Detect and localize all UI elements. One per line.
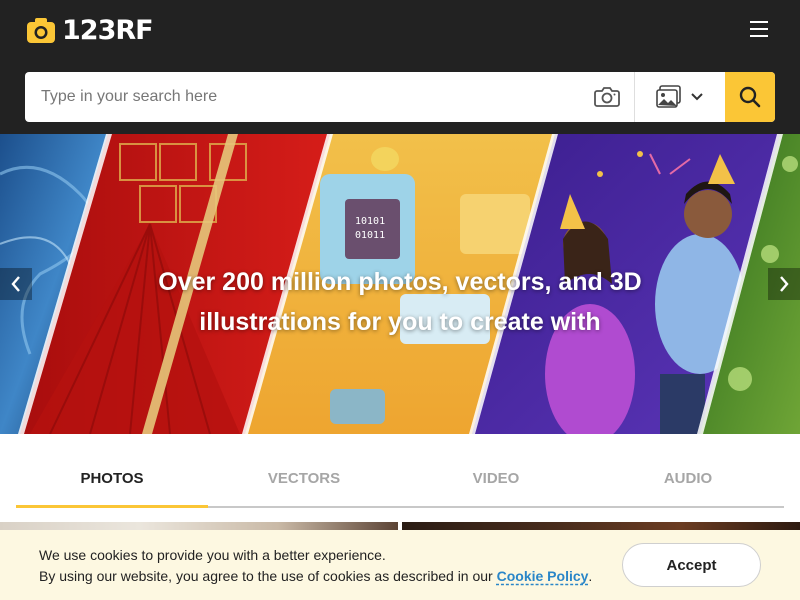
search-icon (739, 86, 761, 108)
chevron-down-icon (691, 93, 703, 101)
svg-text:10101: 10101 (355, 216, 385, 227)
cookie-policy-link[interactable]: Cookie Policy (497, 568, 589, 584)
cookie-message-line-1: We use cookies to provide you with a bet… (39, 547, 386, 563)
site-header: 123RF (0, 0, 800, 134)
tab-vectors[interactable]: VECTORS (208, 452, 400, 506)
chevron-right-icon (780, 276, 789, 292)
image-icon (656, 85, 681, 108)
svg-text:01011: 01011 (355, 230, 385, 241)
accept-cookies-button[interactable]: Accept (622, 543, 761, 587)
logo-text: 123RF (62, 15, 154, 46)
tab-video[interactable]: VIDEO (400, 452, 592, 506)
hero-title-line-1: Over 200 million photos, vectors, and 3D (158, 268, 642, 296)
logo[interactable]: 123RF (26, 15, 154, 46)
cookie-message-line-2: By using our website, you agree to the u… (39, 568, 493, 584)
hero-title-line-2: illustrations for you to create with (199, 308, 601, 336)
media-type-select[interactable] (634, 72, 725, 122)
cookie-banner: We use cookies to provide you with a bet… (0, 530, 800, 600)
hero-banner: 10101 01011 Over 200 million photos, vec… (0, 134, 800, 434)
search-button[interactable] (725, 72, 775, 122)
cookie-message: We use cookies to provide you with a bet… (39, 545, 592, 587)
carousel-next-button[interactable] (768, 268, 800, 300)
camera-logo-icon (27, 18, 55, 43)
cookie-message-suffix: . (588, 568, 593, 584)
hero-title: Over 200 million photos, vectors, and 3D… (120, 262, 680, 342)
camera-icon (594, 87, 620, 107)
media-type-tabs: PHOTOS VECTORS VIDEO AUDIO (16, 452, 784, 508)
tab-audio[interactable]: AUDIO (592, 452, 784, 506)
hamburger-menu-icon[interactable] (750, 21, 770, 39)
carousel-prev-button[interactable] (0, 268, 32, 300)
search-bar (25, 72, 775, 122)
tab-photos[interactable]: PHOTOS (16, 452, 208, 508)
search-input[interactable] (25, 72, 580, 122)
camera-search-button[interactable] (580, 72, 634, 122)
chevron-left-icon (11, 276, 20, 292)
